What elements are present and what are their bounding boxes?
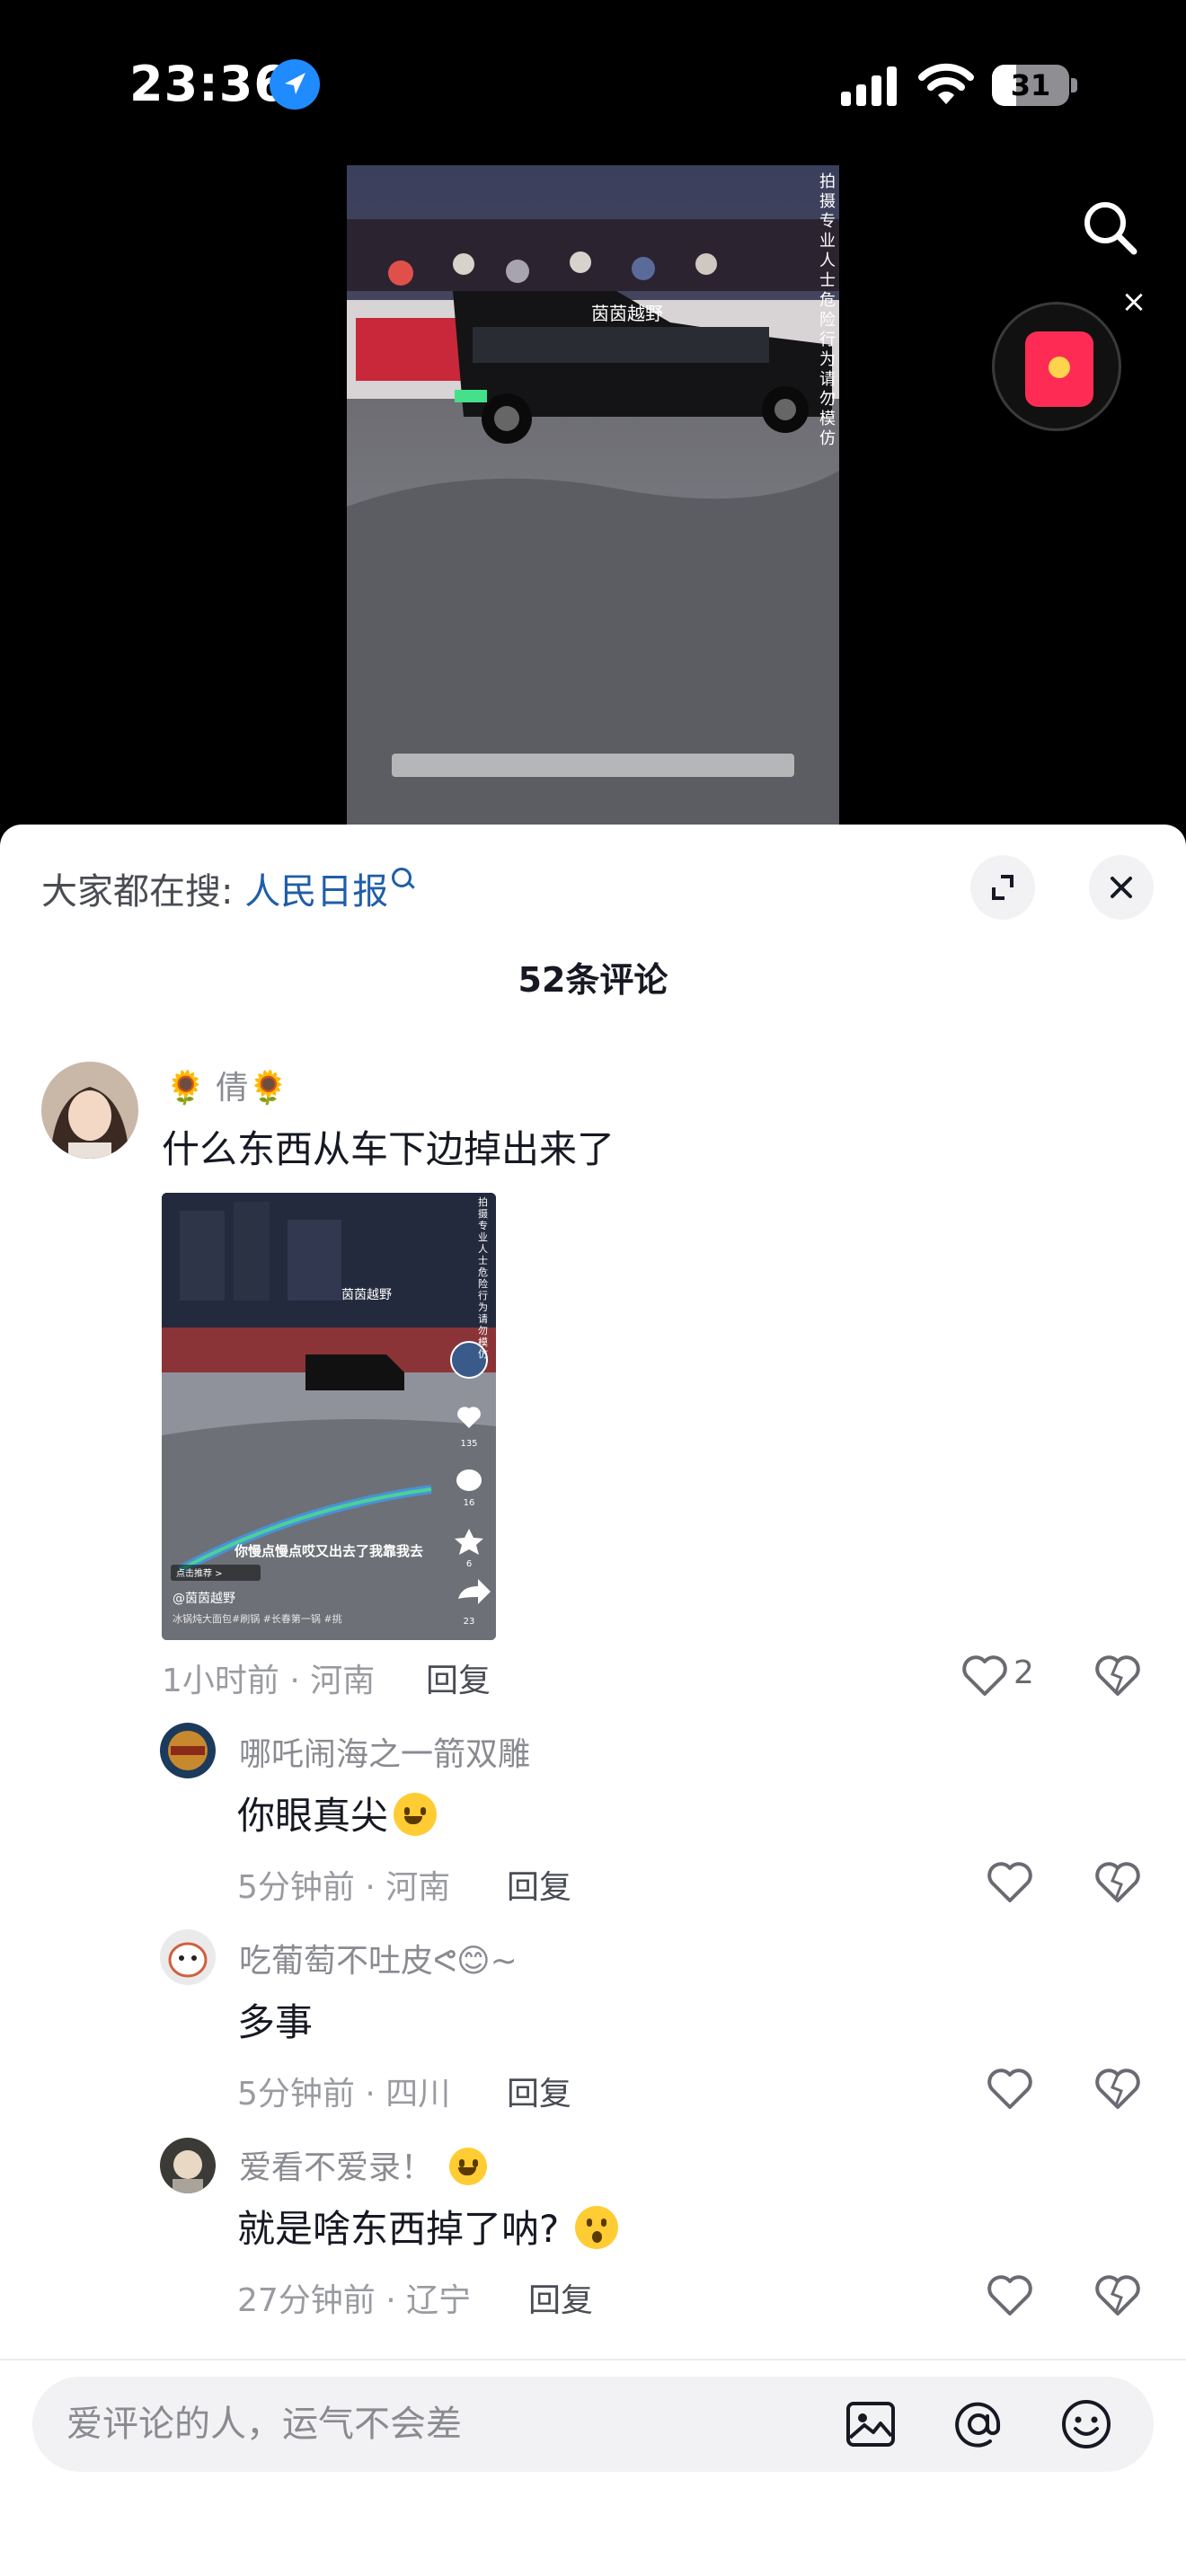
comment-username[interactable]: 吃葡萄不吐皮ᕙ😊~	[239, 1935, 518, 1981]
like-button[interactable]	[985, 2272, 1035, 2319]
dislike-icon	[1095, 1655, 1140, 1696]
heart-icon	[987, 2069, 1032, 2109]
hot-search-bar[interactable]: 大家都在搜: 人民日报	[41, 862, 412, 914]
red-packet-icon	[1025, 331, 1093, 407]
red-packet-close-icon[interactable]: ×	[1118, 286, 1150, 318]
reply-button[interactable]: 回复	[528, 2274, 593, 2321]
dislike-button[interactable]	[1093, 2066, 1143, 2113]
search-icon	[392, 868, 412, 887]
image-recommend: 点击推荐 >	[176, 1567, 223, 1579]
comment-text-content: 你眼真尖	[237, 1794, 389, 1838]
reply-button[interactable]: 回复	[507, 2068, 571, 2114]
comments-panel: 大家都在搜: 人民日报 52条评论 🌻 倩🌻 什么东西从车下边掉出来了 茵茵越野…	[0, 825, 1186, 2576]
hot-search-label: 大家都在搜:	[41, 871, 234, 913]
dislike-button[interactable]	[1093, 1653, 1143, 1699]
dislike-button[interactable]	[1093, 2272, 1143, 2319]
comment-input[interactable]	[66, 2402, 839, 2447]
search-button[interactable]	[1078, 196, 1141, 259]
image-author: @茵茵越野	[173, 1592, 235, 1606]
avatar[interactable]	[160, 1929, 216, 1985]
surprised-emoji-icon	[575, 2206, 619, 2249]
reply-button[interactable]: 回复	[426, 1654, 491, 1701]
comment-meta: 5分钟前 · 四川	[237, 2076, 451, 2113]
comment-text[interactable]: 就是啥东西掉了呐?	[237, 2199, 619, 2254]
expand-icon	[992, 875, 1013, 900]
hot-search-keyword[interactable]: 人民日报	[244, 871, 388, 913]
like-button[interactable]	[960, 1653, 1010, 1699]
image-share-count: 23	[464, 1617, 475, 1627]
image-picker-button[interactable]	[843, 2396, 898, 2452]
like-button[interactable]	[985, 2066, 1035, 2113]
comment-text[interactable]: 什么东西从车下边掉出来了	[162, 1119, 615, 1174]
comment-username[interactable]: 🌻 倩🌻	[165, 1062, 288, 1108]
emoji-icon	[1062, 2400, 1111, 2448]
heart-icon	[987, 1862, 1032, 1902]
image-comment-count: 16	[464, 1498, 475, 1508]
video-warning-text: 拍摄专业人士危险行为请勿模仿	[819, 172, 836, 448]
comment-input-pill[interactable]	[32, 2377, 1154, 2472]
comment-meta: 5分钟前 · 河南	[237, 1869, 451, 1906]
avatar[interactable]	[41, 1062, 138, 1159]
expand-button[interactable]	[970, 855, 1035, 920]
comment-meta: 1小时前 · 河南	[162, 1663, 376, 1699]
comment-meta: 27分钟前 · 辽宁	[237, 2282, 472, 2319]
comment-username[interactable]: 爱看不爱录！	[239, 2141, 488, 2188]
emoji-button[interactable]	[1058, 2396, 1114, 2452]
video-watermark: 茵茵越野	[591, 303, 663, 324]
dislike-icon	[1095, 2069, 1140, 2109]
heart-icon	[987, 2275, 1032, 2316]
video-area[interactable]: 茵茵越野 拍摄专业人士危险行为请勿模仿 ×	[0, 0, 1186, 826]
video-player[interactable]: 茵茵越野 拍摄专业人士危险行为请勿模仿	[347, 165, 839, 826]
image-side-warning: 拍摄专业人士危险行为请勿模仿	[478, 1195, 488, 1360]
dislike-icon	[1095, 2275, 1140, 2316]
avatar[interactable]	[160, 2138, 216, 2193]
grin-emoji-icon	[449, 2148, 488, 2185]
close-button[interactable]	[1089, 855, 1154, 920]
comment-text[interactable]: 你眼真尖	[237, 1786, 438, 1840]
dislike-button[interactable]	[1093, 1859, 1143, 1906]
dislike-icon	[1095, 1862, 1140, 1902]
comment-text[interactable]: 多事	[237, 1992, 313, 2047]
at-icon	[955, 2402, 1001, 2448]
image-icon	[846, 2402, 895, 2447]
comment-username[interactable]: 哪吒闹海之一箭双雕	[239, 1728, 530, 1775]
image-watermark: 茵茵越野	[341, 1288, 392, 1302]
red-packet-button[interactable]	[992, 302, 1121, 431]
reply-button[interactable]: 回复	[507, 1861, 571, 1908]
heart-icon	[962, 1655, 1007, 1696]
comment-count: 52条评论	[518, 960, 668, 1000]
comment-username-text: 爱看不爱录！	[239, 2149, 434, 2186]
image-like-count: 135	[460, 1439, 477, 1449]
comment-image[interactable]: 茵茵越野 135 16 6 23 你慢点慢点哎又出去了我靠我去 点击推荐 > @…	[162, 1193, 496, 1640]
laugh-cry-emoji-icon	[394, 1793, 438, 1836]
image-fav-count: 6	[466, 1559, 472, 1569]
search-icon	[1084, 202, 1137, 255]
close-icon	[1111, 877, 1132, 898]
comment-text-content: 就是啥东西掉了呐?	[237, 2207, 560, 2251]
comment-input-bar	[0, 2359, 1186, 2576]
image-tags: 冰锅炖大面包#刷锅 #长春第一锅 #挑	[173, 1612, 342, 1625]
mention-button[interactable]	[951, 2396, 1006, 2452]
avatar[interactable]	[160, 1723, 216, 1778]
image-caption: 你慢点慢点哎又出去了我靠我去	[234, 1543, 423, 1559]
like-button[interactable]	[985, 1859, 1035, 1906]
like-count: 2	[1013, 1654, 1034, 1691]
